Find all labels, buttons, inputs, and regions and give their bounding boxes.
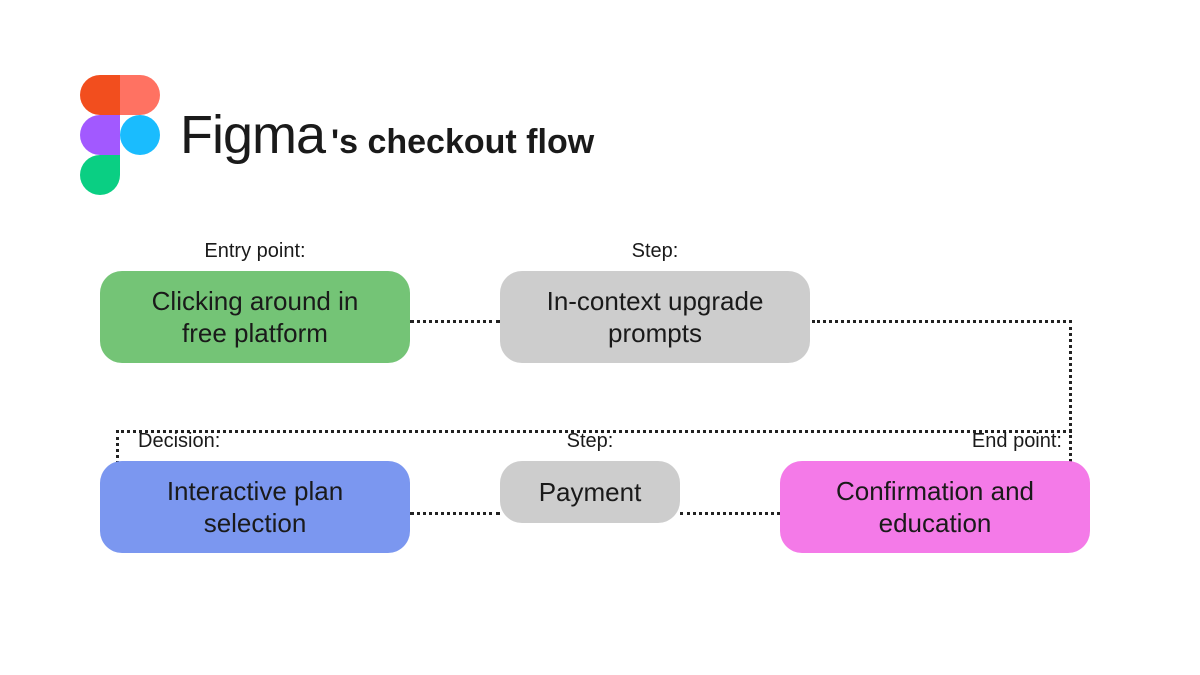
figma-logo-icon	[80, 75, 160, 195]
node-end: End point: Confirmation and education	[780, 430, 1090, 553]
connector-step1-right	[812, 320, 1072, 323]
node-entry: Entry point: Clicking around in free pla…	[100, 240, 410, 363]
connector-entry-to-step1	[410, 320, 500, 323]
node-step2-box: Payment	[500, 461, 680, 523]
node-step2: Step: Payment	[500, 430, 680, 523]
node-end-label: End point:	[972, 430, 1062, 453]
node-decision-label: Decision:	[138, 430, 220, 453]
node-entry-box: Clicking around in free platform	[100, 271, 410, 363]
connector-payment-to-end	[680, 512, 780, 515]
node-step2-label: Step:	[567, 430, 614, 453]
title-suffix: 's checkout flow	[331, 123, 594, 162]
node-decision-box: Interactive plan selection	[100, 461, 410, 553]
connector-decision-to-payment	[410, 512, 500, 515]
title-group: Figma 's checkout flow	[180, 104, 594, 166]
flow-diagram: Entry point: Clicking around in free pla…	[100, 240, 1100, 620]
node-step1-label: Step:	[632, 240, 679, 263]
node-end-box: Confirmation and education	[780, 461, 1090, 553]
diagram-header: Figma 's checkout flow	[80, 75, 594, 195]
node-step1: Step: In-context upgrade prompts	[500, 240, 810, 363]
node-entry-label: Entry point:	[204, 240, 305, 263]
brand-name: Figma	[180, 104, 325, 166]
node-step1-box: In-context upgrade prompts	[500, 271, 810, 363]
node-decision: Decision: Interactive plan selection	[100, 430, 410, 553]
